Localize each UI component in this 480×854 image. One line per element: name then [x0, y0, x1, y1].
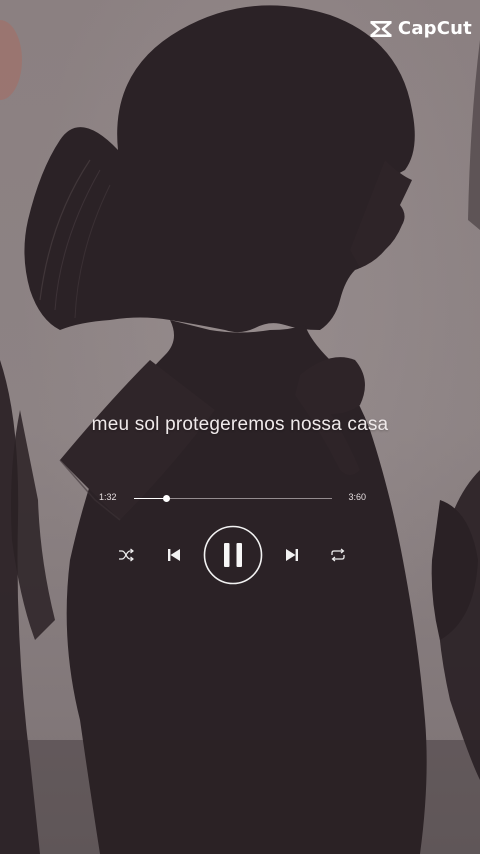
progress-knob[interactable]	[162, 495, 170, 502]
repeat-icon	[331, 548, 345, 562]
pause-button[interactable]	[203, 525, 263, 585]
shuffle-button[interactable]	[118, 547, 134, 563]
total-time: 3:60	[348, 492, 366, 502]
pause-icon	[203, 525, 263, 585]
capcut-logo-icon	[370, 20, 392, 37]
playback-controls	[110, 525, 370, 585]
elapsed-time: 1:32	[99, 492, 117, 502]
previous-button[interactable]	[166, 547, 182, 563]
progress-track[interactable]	[134, 495, 332, 502]
next-icon	[286, 549, 298, 561]
video-frame: CapCut meu sol protegeremos nossa casa 1…	[0, 0, 480, 854]
progress-fill	[134, 498, 166, 499]
repeat-button[interactable]	[329, 547, 347, 563]
capcut-watermark: CapCut	[369, 18, 472, 39]
capcut-wordmark: CapCut	[397, 18, 472, 39]
next-button[interactable]	[284, 547, 300, 563]
progress-bar[interactable]: 1:32 3:60	[96, 488, 372, 510]
previous-icon	[168, 549, 180, 561]
shuffle-icon	[119, 548, 134, 562]
lyric-text: meu sol protegeremos nossa casa	[91, 414, 389, 435]
